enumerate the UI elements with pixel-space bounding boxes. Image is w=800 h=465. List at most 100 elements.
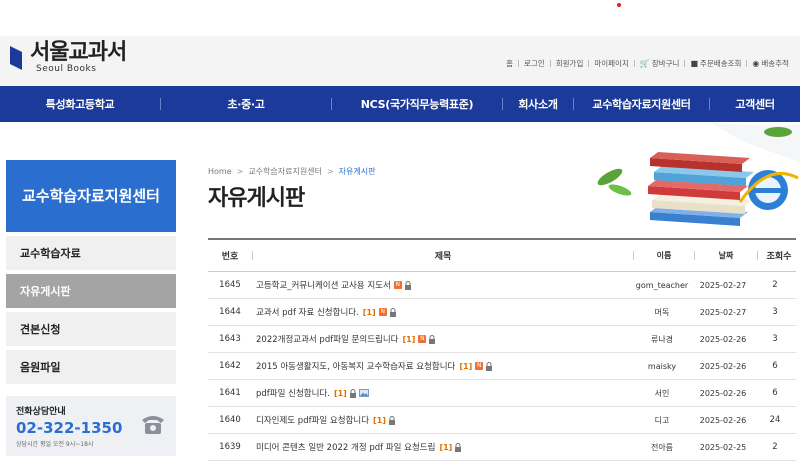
row-date: 2025-02-27: [699, 307, 747, 317]
logo-english-text: Seoul Books: [36, 64, 97, 74]
utility-nav: 홈 로그인 회원가입 마이페이지 🛒 장바구니 ■ 주문배송조회 ◉ 배송추적: [501, 58, 794, 69]
row-subject-cell: pdf파일 신청합니다. [1]: [252, 387, 632, 399]
logo-mark-icon: [8, 44, 26, 72]
breadcrumb-separator: >: [326, 167, 334, 176]
header-views: 조회수: [766, 252, 792, 262]
breadcrumb-parent[interactable]: 교수학습자료지원센터: [248, 166, 322, 177]
row-subject-cell: 고등학교_커뮤니케이션 교사용 지도서 N: [252, 279, 632, 291]
table-row: 1645 고등학교_커뮤니케이션 교사용 지도서 N gom_teacher 2…: [208, 272, 796, 299]
util-cart-link[interactable]: 🛒 장바구니: [635, 58, 685, 69]
row-author: 서인: [654, 388, 670, 398]
row-num: 1643: [219, 334, 241, 344]
util-tracking-link[interactable]: ◉ 배송추적: [747, 58, 794, 69]
site-header: 서울교과서 Seoul Books 홈 로그인 회원가입 마이페이지 🛒 장바구니…: [0, 36, 800, 86]
lock-icon: [388, 415, 395, 425]
row-author: 류나경: [650, 334, 674, 344]
page-title: 자유게시판: [208, 186, 305, 211]
nav-item-customer-center[interactable]: 고객센터: [710, 96, 800, 112]
row-num: 1640: [219, 415, 241, 425]
comment-count: [1]: [362, 307, 376, 317]
row-subject-link[interactable]: 고등학교_커뮤니케이션 교사용 지도서: [256, 279, 391, 291]
header-date: 날짜: [718, 251, 734, 260]
util-cart-label: 장바구니: [651, 59, 680, 68]
util-order-label: 주문배송조회: [700, 59, 742, 68]
table-row: 1639 미디어 콘텐츠 일반 2022 개정 pdf 파일 요청드립 [1] …: [208, 434, 796, 461]
util-tracking-label: 배송추적: [761, 59, 789, 68]
lock-icon: [429, 334, 436, 344]
table-row: 1643 2022개정교과서 pdf파일 문의드립니다 [1] N 류나경 20…: [208, 326, 796, 353]
row-subject-link[interactable]: 2015 아동생활지도, 아동복지 교수학습자료 요청합니다: [256, 360, 455, 372]
telephone-icon: [142, 416, 164, 434]
row-subject-cell: 2022개정교과서 pdf파일 문의드립니다 [1] N: [252, 333, 632, 345]
row-author: maisky: [647, 361, 677, 371]
row-subject-link[interactable]: 미디어 콘텐츠 일반 2022 개정 pdf 파일 요청드립: [256, 441, 435, 453]
row-subject-link[interactable]: 2022개정교과서 pdf파일 문의드립니다: [256, 333, 398, 345]
row-author: gom_teacher: [635, 280, 689, 290]
row-subject-link[interactable]: 교과서 pdf 자료 신청합니다.: [256, 306, 359, 318]
row-num: 1644: [219, 307, 241, 317]
table-row: 1640 디자인제도 pdf파일 요청합니다 [1] 디고 2025-02-26…: [208, 407, 796, 434]
nav-item-vocational-high[interactable]: 특성화고등학교: [0, 96, 160, 112]
lock-icon: [486, 361, 493, 371]
row-views: 2: [772, 442, 778, 452]
lock-icon: [349, 388, 356, 398]
comment-count: [1]: [373, 415, 386, 425]
new-badge-icon: N: [475, 362, 484, 370]
nav-item-ncs[interactable]: NCS(국가직무능력표준): [332, 96, 502, 112]
cart-icon: 🛒: [639, 59, 650, 68]
row-date: 2025-02-26: [699, 388, 747, 398]
row-views: 6: [772, 388, 778, 398]
sidebar-item-sample-request[interactable]: 견본신청: [6, 312, 176, 346]
util-mypage-label: 마이페이지: [594, 59, 629, 68]
comment-count: [1]: [402, 334, 416, 344]
util-signup-label: 회원가입: [555, 59, 584, 68]
util-home-link[interactable]: 홈: [501, 58, 518, 69]
lock-icon: [389, 307, 396, 317]
logo-korean-text: 서울교과서: [30, 40, 127, 65]
header-name: 이름: [656, 251, 672, 260]
top-strip: [0, 0, 800, 36]
row-date: 2025-02-27: [699, 280, 747, 290]
util-home-label: 홈: [506, 59, 514, 68]
row-subject-link[interactable]: 디자인제도 pdf파일 요청합니다: [256, 414, 369, 426]
header-num: 번호: [221, 252, 239, 262]
row-author: 디고: [654, 415, 670, 425]
board-header-row: 번호 제목 이름 날짜 조회수: [208, 238, 796, 272]
row-subject-cell: 디자인제도 pdf파일 요청합니다 [1]: [252, 414, 632, 426]
sidebar-item-free-board[interactable]: 자유게시판: [6, 274, 176, 308]
globe-icon: ◉: [752, 59, 760, 68]
row-date: 2025-02-26: [699, 361, 747, 371]
util-signup-link[interactable]: 회원가입: [551, 58, 589, 69]
row-subject-link[interactable]: pdf파일 신청합니다.: [256, 387, 330, 399]
sidebar-item-audio-files[interactable]: 음원파일: [6, 350, 176, 384]
image-attachment-icon: [358, 389, 369, 397]
row-date: 2025-02-26: [699, 415, 747, 425]
sidebar-title: 교수학습자료지원센터: [6, 160, 176, 232]
breadcrumb-home[interactable]: Home: [208, 167, 232, 176]
red-dot: [617, 3, 621, 7]
row-views: 2: [772, 280, 778, 290]
comment-count: [1]: [459, 361, 473, 371]
lock-icon: [455, 442, 462, 452]
row-subject-cell: 2015 아동생활지도, 아동복지 교수학습자료 요청합니다 [1] N: [252, 360, 632, 372]
nav-item-company[interactable]: 회사소개: [503, 96, 573, 112]
sidebar-item-teaching-materials[interactable]: 교수학습자료: [6, 236, 176, 270]
row-views: 24: [769, 415, 781, 425]
new-badge-icon: N: [378, 308, 387, 316]
row-date: 2025-02-26: [699, 334, 747, 344]
phone-info: 전화상담안내 02-322-1350 상담시간 평일 오전 9시~18시: [6, 396, 176, 456]
row-author: 머독: [654, 307, 670, 317]
new-badge-icon: N: [418, 335, 427, 343]
breadcrumb: Home > 교수학습자료지원센터 > 자유게시판: [208, 166, 375, 177]
main-nav: 특성화고등학교 초·중·고 NCS(국가직무능력표준) 회사소개 교수학습자료지…: [0, 86, 800, 122]
logo[interactable]: 서울교과서 Seoul Books: [8, 40, 127, 74]
breadcrumb-separator: >: [236, 167, 244, 176]
util-login-link[interactable]: 로그인: [519, 58, 550, 69]
header-subject: 제목: [434, 252, 452, 262]
util-mypage-link[interactable]: 마이페이지: [589, 58, 634, 69]
nav-item-resource-center[interactable]: 교수학습자료지원센터: [574, 96, 709, 112]
row-views: 3: [772, 334, 778, 344]
nav-item-k12[interactable]: 초·중·고: [161, 96, 331, 112]
util-order-link[interactable]: ■ 주문배송조회: [685, 58, 746, 69]
table-row: 1642 2015 아동생활지도, 아동복지 교수학습자료 요청합니다 [1] …: [208, 353, 796, 380]
